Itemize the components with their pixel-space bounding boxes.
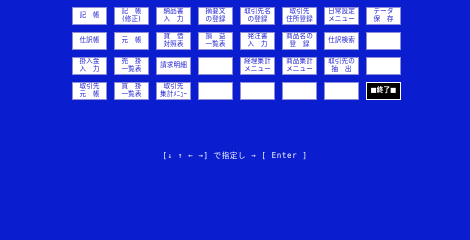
menu-button[interactable]: 元 帳: [114, 32, 149, 50]
empty-menu-button[interactable]: [366, 57, 401, 75]
empty-menu-button[interactable]: [324, 82, 359, 100]
menu-button[interactable]: 発注書入 力: [240, 32, 275, 50]
menu-button[interactable]: 商品名の登 録: [282, 32, 317, 50]
menu-button-label-line2: 入 力: [163, 15, 184, 23]
menu-button-label-line1: ■終了■: [370, 86, 397, 95]
empty-menu-button[interactable]: [282, 82, 317, 100]
menu-button-label-line2: 登 録: [289, 40, 310, 48]
menu-button[interactable]: 仕訳検索: [324, 32, 359, 50]
menu-button-label-line2: 入 力: [79, 65, 100, 73]
empty-menu-button[interactable]: [198, 57, 233, 75]
menu-button-label-line2: 元 帳: [79, 90, 100, 98]
menu-button-label-line2: 集計ﾒﾆｭｰ: [160, 90, 187, 98]
menu-button-label-line2: メニュー: [244, 65, 271, 73]
menu-button[interactable]: 請求明細: [156, 57, 191, 75]
menu-button-label-line2: 一覧表: [121, 65, 142, 73]
menu-button-label-line2: 一覧表: [121, 90, 142, 98]
menu-button[interactable]: 取引先の抽 出: [324, 57, 359, 75]
exit-menu-button[interactable]: ■終了■: [366, 82, 401, 100]
menu-button[interactable]: 経理集計 メニュー: [240, 57, 275, 75]
menu-button[interactable]: 損 益一覧表: [198, 32, 233, 50]
key-hint: [↓ ↑ ← →] で指定し → [ Enter ]: [162, 151, 308, 160]
menu-button[interactable]: 取引先 集計ﾒﾆｭｰ: [156, 82, 191, 100]
menu-button[interactable]: 取引先名 の登録: [240, 7, 275, 25]
menu-button-label-line2: 抽 出: [331, 65, 352, 73]
menu-button-label-line2: の登録: [205, 15, 226, 23]
empty-menu-button[interactable]: [240, 82, 275, 100]
menu-button[interactable]: 仕訳帳: [72, 32, 107, 50]
menu-button-label-line2: 一覧表: [205, 40, 226, 48]
menu-button-label-line1: 元 帳: [121, 36, 142, 45]
menu-button[interactable]: 取引先元 帳: [72, 82, 107, 100]
empty-menu-button[interactable]: [366, 32, 401, 50]
menu-button[interactable]: 納品書入 力: [156, 7, 191, 25]
menu-button[interactable]: 取引先 住所登録: [282, 7, 317, 25]
menu-button[interactable]: 日常設定 メニュー: [324, 7, 359, 25]
menu-button-label-line2: (修正): [122, 15, 141, 23]
empty-menu-button[interactable]: [198, 82, 233, 100]
menu-button-label-line2: 保 存: [373, 15, 394, 23]
menu-button-label-line2: メニュー: [286, 65, 313, 73]
menu-button[interactable]: 掛入金入 力: [72, 57, 107, 75]
menu-button[interactable]: 商品集計 メニュー: [282, 57, 317, 75]
menu-button-label-line2: 住所登録: [286, 15, 313, 23]
menu-button[interactable]: 貸 借対照表: [156, 32, 191, 50]
menu-button-label-line1: 記 帳: [79, 11, 100, 20]
menu-button[interactable]: データ保 存: [366, 7, 401, 25]
menu-button-label-line2: 対照表: [163, 40, 184, 48]
menu-button-label-line2: 入 力: [247, 40, 268, 48]
menu-button[interactable]: 記 帳 (修正): [114, 7, 149, 25]
menu-button-label-line1: 仕訳検索: [328, 36, 355, 45]
main-menu-grid: 記 帳 記 帳 (修正) 納品書入 力摘要文 の登録 取引先名 の登録 取引先 住所登録 日常設定…: [72, 7, 401, 100]
menu-button-label-line1: 請求明細: [160, 61, 187, 70]
menu-button[interactable]: 売 掛一覧表: [114, 57, 149, 75]
menu-button[interactable]: 買 掛一覧表: [114, 82, 149, 100]
menu-button[interactable]: 記 帳: [72, 7, 107, 25]
menu-button-label-line2: の登録: [247, 15, 268, 23]
menu-button-label-line2: メニュー: [328, 15, 355, 23]
menu-button-label-line1: 仕訳帳: [79, 36, 100, 45]
menu-button[interactable]: 摘要文 の登録: [198, 7, 233, 25]
